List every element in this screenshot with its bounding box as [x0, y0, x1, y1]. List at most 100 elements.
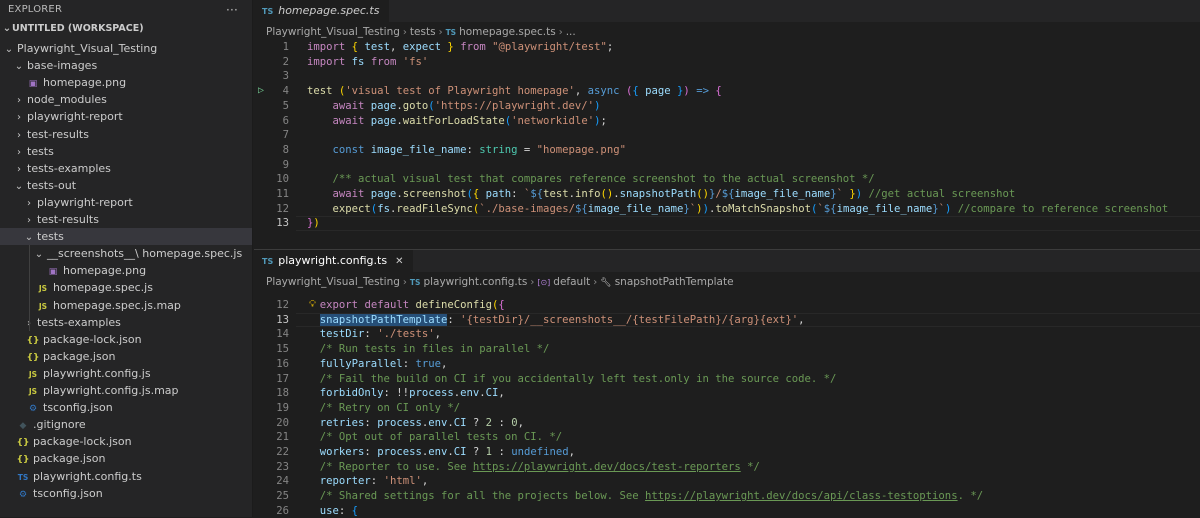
code-line[interactable]: 12 export default defineConfig({💡︎ [254, 298, 1200, 313]
code-editor[interactable]: 12 export default defineConfig({💡︎ 13 sna… [254, 298, 1200, 518]
code-line[interactable]: 18 forbidOnly: !!process.env.CI, [254, 386, 1200, 401]
tree-folder[interactable]: › test-results [0, 126, 252, 143]
tab-homepage-spec-ts[interactable]: TS homepage.spec.ts [254, 0, 390, 22]
tree-folder[interactable]: › playwright-report [0, 194, 252, 211]
code-line[interactable]: 24 reporter: 'html', [254, 474, 1200, 489]
code-text: await page.screenshot({ path: `${test.in… [332, 188, 1016, 200]
code-line[interactable]: 21 /* Opt out of parallel tests on CI. *… [254, 430, 1200, 445]
code-line[interactable]: 22 workers: process.env.CI ? 1 : undefin… [254, 445, 1200, 460]
code-line[interactable]: 23 /* Reporter to use. See https://playw… [254, 460, 1200, 475]
tree-file[interactable]: {} package.json [0, 450, 252, 467]
tree-file[interactable]: ▣ homepage.png [0, 262, 252, 279]
code-line[interactable]: 10 /** actual visual test that compares … [254, 172, 1200, 187]
tree-folder[interactable]: › node_modules [0, 91, 252, 108]
code-text: snapshotPathTemplate: '{testDir}/__scree… [319, 313, 805, 326]
tree-folder[interactable]: ›tests-examples [0, 160, 252, 177]
property-icon: 🔧︎ [600, 278, 612, 288]
code-line[interactable]: 13 snapshotPathTemplate: '{testDir}/__sc… [254, 313, 1200, 328]
breadcrumb-item[interactable]: snapshotPathTemplate [615, 276, 734, 288]
code-line[interactable]: 25 /* Shared settings for all the projec… [254, 489, 1200, 504]
tree-item-label: tests-examples [27, 161, 111, 175]
breadcrumb-item[interactable]: homepage.spec.ts [459, 26, 556, 38]
tree-file[interactable]: ⚙ tsconfig.json [0, 399, 252, 416]
tree-file[interactable]: ⚙ tsconfig.json [0, 485, 252, 502]
line-number: 3 [282, 70, 289, 83]
breadcrumb-item[interactable]: default [553, 276, 590, 288]
breadcrumb-item[interactable]: tests [410, 26, 436, 38]
code-text: use: { [319, 504, 359, 517]
tree-folder[interactable]: ›tests-examples [0, 314, 252, 331]
tree-folder[interactable]: ⌄ base-images [0, 57, 252, 74]
tree-folder[interactable]: › playwright-report [0, 108, 252, 125]
tree-file[interactable]: JS homepage.spec.js.map [0, 297, 252, 314]
breadcrumb-item[interactable]: Playwright_Visual_Testing [266, 276, 400, 288]
tree-folder[interactable]: › test-results [0, 211, 252, 228]
code-line[interactable]: 26 use: { [254, 504, 1200, 518]
tree-file[interactable]: ◆ .gitignore [0, 416, 252, 433]
code-line[interactable]: 14 testDir: './tests', [254, 327, 1200, 342]
tree-item-label: playwright-report [27, 110, 123, 124]
close-icon[interactable]: ✕ [395, 256, 403, 267]
code-line[interactable]: 19 /* Retry on CI only */ [254, 401, 1200, 416]
chevron-down-icon: ⌄ [14, 61, 24, 73]
tree-file[interactable]: {} package-lock.json [0, 331, 252, 348]
code-line[interactable]: 15 /* Run tests in files in parallel */ [254, 342, 1200, 357]
tree-item-label: homepage.spec.js.map [53, 298, 181, 312]
tree-item-label: homepage.png [63, 264, 147, 278]
typescript-file-icon: TS [409, 278, 421, 287]
code-line[interactable]: 17 /* Fail the build on CI if you accide… [254, 372, 1200, 387]
code-line[interactable]: 9 [254, 158, 1200, 173]
code-editor[interactable]: 1 import { test, expect } from "@playwrig… [254, 40, 1200, 248]
tree-file[interactable]: ▣ homepage.png [0, 74, 252, 91]
code-line[interactable]: 20 retries: process.env.CI ? 2 : 0, [254, 416, 1200, 431]
code-line[interactable]: 13}) [254, 216, 1200, 231]
code-line[interactable]: 1 import { test, expect } from "@playwrig… [254, 40, 1200, 55]
tree-item-label: package-lock.json [33, 435, 132, 449]
more-actions-icon[interactable]: ··· [226, 0, 238, 20]
code-line[interactable]: 5 await page.goto('https://playwright.de… [254, 99, 1200, 114]
line-number: 9 [282, 158, 289, 171]
chevron-down-icon: ⌄ [14, 180, 24, 192]
code-line[interactable]: 11 await page.screenshot({ path: `${test… [254, 187, 1200, 202]
code-line[interactable]: 8 const image_file_name: string = "homep… [254, 143, 1200, 158]
tree-folder[interactable]: ⌄ tests-out [0, 177, 252, 194]
tree-item-label: playwright.config.js [43, 366, 151, 380]
tree-folder[interactable]: ⌄ tests [0, 228, 252, 246]
code-text: /* Retry on CI only */ [319, 401, 461, 414]
tree-folder[interactable]: › tests [0, 143, 252, 160]
breadcrumb-item[interactable]: Playwright_Visual_Testing [266, 26, 400, 38]
run-test-icon[interactable]: ▷ [258, 84, 264, 99]
tree-file[interactable]: {} package.json [0, 348, 252, 365]
code-line[interactable]: 3 [254, 69, 1200, 84]
code-line[interactable]: 4 ▷ test ('visual test of Playwright homep… [254, 84, 1200, 99]
code-line[interactable]: 2 import fs from 'fs' [254, 55, 1200, 70]
tree-folder[interactable]: ⌄ __screenshots__\ homepage.spec.js [0, 245, 252, 262]
line-number: 19 [276, 401, 289, 414]
tree-folder[interactable]: ⌄ Playwright_Visual_Testing [0, 40, 252, 57]
tree-item-label: package.json [43, 349, 116, 363]
code-line[interactable]: 12 expect(fs.readFileSync(`./base-images… [254, 202, 1200, 217]
chevron-right-icon: › [402, 27, 407, 38]
tree-item-label: homepage.spec.js [53, 281, 153, 295]
tree-file[interactable]: JS playwright.config.js [0, 365, 252, 382]
lightbulb-icon[interactable]: 💡︎ [309, 298, 316, 313]
breadcrumb: Playwright_Visual_Testing › tests › TS homepa… [266, 24, 576, 40]
chevron-down-icon: ⌄ [24, 232, 34, 244]
code-line[interactable]: 16 fullyParallel: true, [254, 357, 1200, 372]
chevron-down-icon: ⌄ [2, 23, 12, 34]
code-line[interactable]: 6 await page.waitForLoadState('networkid… [254, 114, 1200, 129]
tree-item-label: test-results [37, 213, 99, 226]
tree-file[interactable]: {} package-lock.json [0, 433, 252, 450]
tree-file[interactable]: TS playwright.config.ts [0, 468, 252, 485]
breadcrumb-item[interactable]: playwright.config.ts [423, 276, 527, 288]
line-number: 8 [282, 143, 289, 156]
tree-file[interactable]: JS homepage.spec.js [0, 279, 252, 296]
tab-playwright-config-ts[interactable]: TS playwright.config.ts ✕ [254, 250, 414, 272]
chevron-right-icon: › [558, 27, 563, 38]
tree-item-label: playwright-report [37, 195, 133, 209]
breadcrumb-item[interactable]: ... [566, 26, 576, 38]
tree-file[interactable]: JS playwright.config.js.map [0, 382, 252, 399]
code-line[interactable]: 7 [254, 128, 1200, 143]
line-number: 16 [276, 357, 289, 370]
workspace-section-header[interactable]: ⌄UNTITLED (WORKSPACE) [0, 20, 252, 37]
